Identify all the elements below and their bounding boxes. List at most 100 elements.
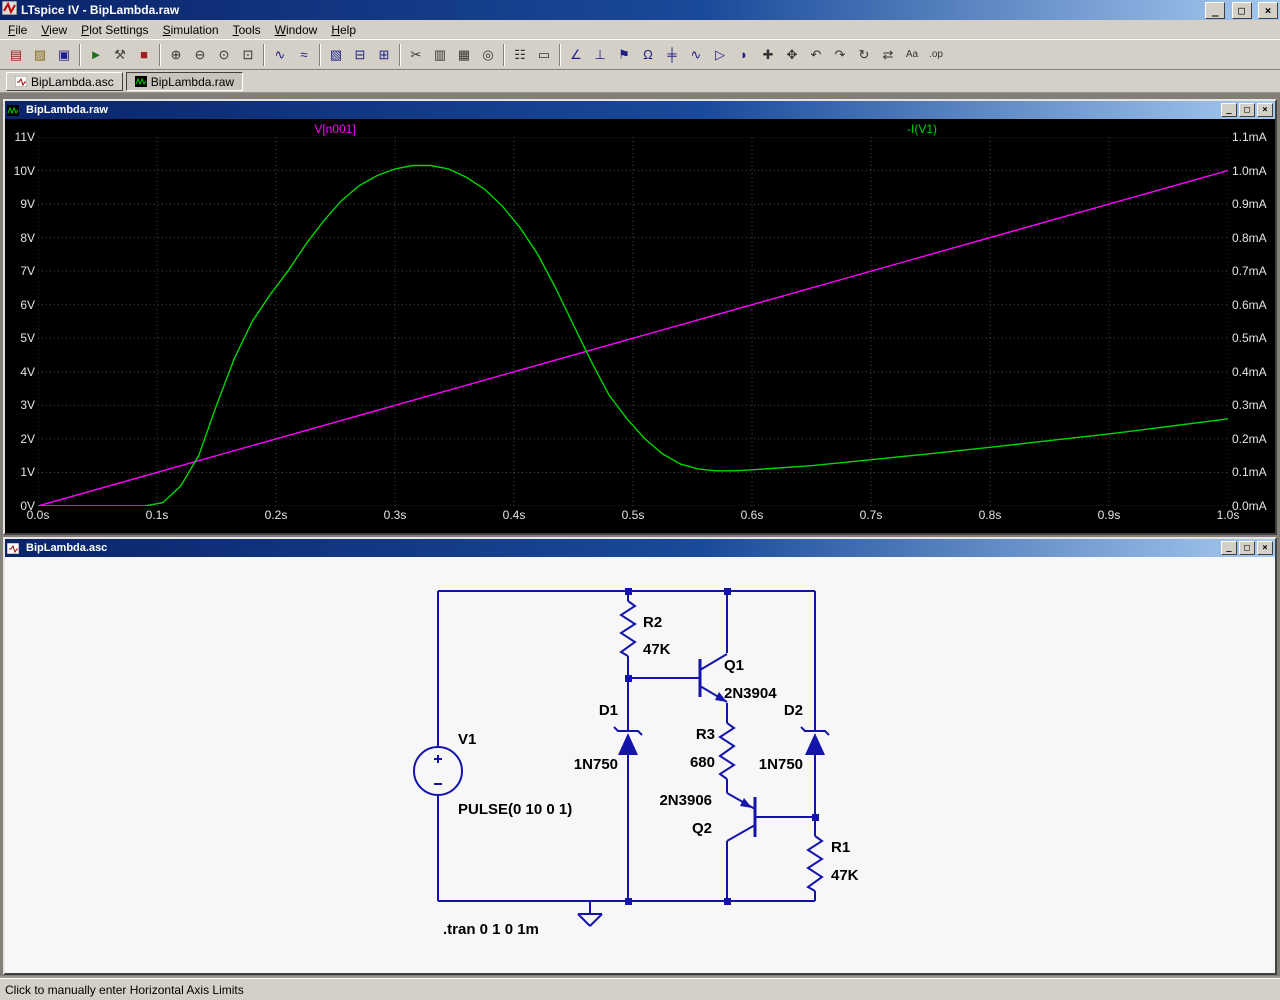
component-button[interactable]: ◗ <box>732 43 756 67</box>
transistor-q2[interactable] <box>726 792 757 842</box>
y-left-tick-label: 4V <box>20 364 35 379</box>
plot-settings-button[interactable]: ≈ <box>292 43 316 67</box>
zoom-full-extents-button[interactable]: ⊙ <box>212 43 236 67</box>
text-button[interactable]: Aa <box>900 43 924 67</box>
net-label-button[interactable]: ⚑ <box>612 43 636 67</box>
x-tick-label: 0.1s <box>145 508 169 522</box>
cascade-windows-button[interactable]: ▧ <box>324 43 348 67</box>
zener-diode-d2[interactable] <box>800 726 830 755</box>
y-left-tick-label: 5V <box>20 331 35 346</box>
menu-view[interactable]: View <box>34 21 74 39</box>
label-q2-value[interactable]: 2N3906 <box>659 792 712 809</box>
transistor-q1[interactable] <box>698 653 728 703</box>
paste-button[interactable]: ▦ <box>452 43 476 67</box>
waveform-plot-area[interactable]: V[n001] -I(V1) 0V 0.0mA 1V 0.1mA 2V 0.2mA 3V 0.3m… <box>5 119 1275 533</box>
copy-button[interactable]: ▥ <box>428 43 452 67</box>
waveform-close-button[interactable]: × <box>1257 103 1273 117</box>
schematic-window-titlebar[interactable]: BipLambda.asc _ □ × <box>5 539 1275 557</box>
drag-button[interactable]: ✥ <box>780 43 804 67</box>
wire-button[interactable]: ∠ <box>564 43 588 67</box>
trace-iv1[interactable] <box>38 164 1228 507</box>
schematic-maximize-button[interactable]: □ <box>1239 541 1255 555</box>
waveform-window-icon <box>7 104 19 116</box>
label-r3-name[interactable]: R3 <box>696 726 715 743</box>
undo-button[interactable]: ↶ <box>804 43 828 67</box>
rotate-button[interactable]: ↻ <box>852 43 876 67</box>
mirror-button[interactable]: ⇄ <box>876 43 900 67</box>
resistor-r3[interactable] <box>718 722 736 780</box>
inductor-button[interactable]: ∿ <box>684 43 708 67</box>
label-v1-value[interactable]: PULSE(0 10 0 1) <box>458 801 572 818</box>
tab-biplambda.raw[interactable]: BipLambda.raw <box>125 72 244 91</box>
maximize-button[interactable]: □ <box>1231 2 1252 19</box>
resistor-r1[interactable] <box>806 835 824 892</box>
plot-canvas[interactable] <box>38 137 1228 506</box>
schematic-icon <box>15 76 27 87</box>
ground-button[interactable]: ⊥ <box>588 43 612 67</box>
spice-directive-button[interactable]: .op <box>924 43 948 67</box>
menu-plot-settings[interactable]: Plot Settings <box>74 21 155 39</box>
move-button[interactable]: ✚ <box>756 43 780 67</box>
tile-horizontally-button[interactable]: ⊟ <box>348 43 372 67</box>
label-q1-name[interactable]: Q1 <box>724 657 744 674</box>
ground-symbol[interactable] <box>577 913 603 927</box>
trace-label-vn001[interactable]: V[n001] <box>314 122 355 136</box>
resistor-button[interactable]: Ω <box>636 43 660 67</box>
label-q1-value[interactable]: 2N3904 <box>724 685 777 702</box>
diode-button[interactable]: ▷ <box>708 43 732 67</box>
redo-button[interactable]: ↷ <box>828 43 852 67</box>
menu-window[interactable]: Window <box>268 21 325 39</box>
label-r2-value[interactable]: 47K <box>643 641 671 658</box>
label-d2-value[interactable]: 1N750 <box>759 756 803 773</box>
toolbar-separator <box>263 43 265 66</box>
waveform-minimize-button[interactable]: _ <box>1221 103 1237 117</box>
schematic-canvas[interactable]: V1 PULSE(0 10 0 1) R2 47K Q1 2N3904 D1 1… <box>5 557 1275 973</box>
label-r1-value[interactable]: 47K <box>831 867 859 884</box>
menu-tools[interactable]: Tools <box>226 21 268 39</box>
open-file-button[interactable]: ▨ <box>28 43 52 67</box>
label-d1-value[interactable]: 1N750 <box>574 756 618 773</box>
label-r1-name[interactable]: R1 <box>831 839 850 856</box>
minimize-button[interactable]: _ <box>1205 2 1226 19</box>
voltage-source-v1[interactable] <box>413 746 463 796</box>
trace-vn001[interactable] <box>38 169 1228 507</box>
halt-simulation-button[interactable]: ■ <box>132 43 156 67</box>
status-text: Click to manually enter Horizontal Axis … <box>5 982 244 997</box>
schematic-minimize-button[interactable]: _ <box>1221 541 1237 555</box>
tile-vertically-button[interactable]: ⊞ <box>372 43 396 67</box>
y-right-tick-label: 0.4mA <box>1232 364 1267 379</box>
waveform-maximize-button[interactable]: □ <box>1239 103 1255 117</box>
menu-help[interactable]: Help <box>324 21 363 39</box>
zoom-in-button[interactable]: ⊕ <box>164 43 188 67</box>
cascade-windows-icon: ▧ <box>329 47 343 62</box>
print-button[interactable]: ▭ <box>532 43 556 67</box>
close-button[interactable]: × <box>1258 2 1278 19</box>
print-setup-button[interactable]: ☷ <box>508 43 532 67</box>
find-button[interactable]: ◎ <box>476 43 500 67</box>
label-r2-name[interactable]: R2 <box>643 614 662 631</box>
tab-bar: BipLambda.asc BipLambda.raw <box>0 70 1280 93</box>
label-q2-name[interactable]: Q2 <box>692 820 712 837</box>
capacitor-button[interactable]: ╪ <box>660 43 684 67</box>
control-panel-button[interactable]: ⚒ <box>108 43 132 67</box>
label-r3-value[interactable]: 680 <box>690 754 715 771</box>
resistor-r2[interactable] <box>619 600 637 657</box>
label-spice-directive[interactable]: .tran 0 1 0 1m <box>443 921 539 938</box>
label-d1-name[interactable]: D1 <box>599 702 618 719</box>
label-v1-name[interactable]: V1 <box>458 731 476 748</box>
zoom-back-button[interactable]: ⊖ <box>188 43 212 67</box>
menu-file[interactable]: File <box>1 21 34 39</box>
cut-button[interactable]: ✂ <box>404 43 428 67</box>
waveform-window-titlebar[interactable]: BipLambda.raw _ □ × <box>5 101 1275 119</box>
run-simulation-button[interactable]: ► <box>84 43 108 67</box>
zoom-area-button[interactable]: ⊡ <box>236 43 260 67</box>
schematic-close-button[interactable]: × <box>1257 541 1273 555</box>
new-schematic-button[interactable]: ▤ <box>4 43 28 67</box>
tab-biplambda.asc[interactable]: BipLambda.asc <box>6 72 123 91</box>
save-button[interactable]: ▣ <box>52 43 76 67</box>
label-d2-name[interactable]: D2 <box>784 702 803 719</box>
zener-diode-d1[interactable] <box>613 726 643 755</box>
autorange-y-axis-button[interactable]: ∿ <box>268 43 292 67</box>
trace-label-iv1[interactable]: -I(V1) <box>907 122 937 136</box>
menu-simulation[interactable]: Simulation <box>156 21 226 39</box>
